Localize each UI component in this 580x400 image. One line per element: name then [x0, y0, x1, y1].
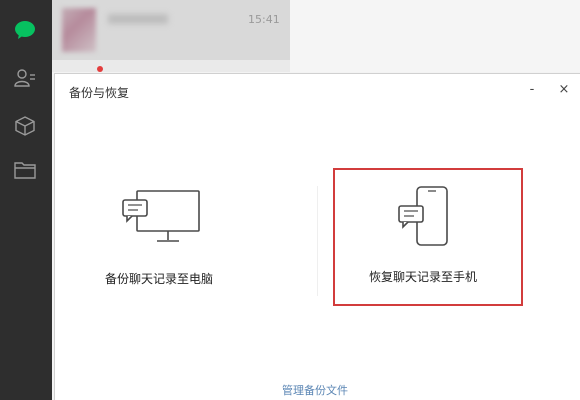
- phone-chat-icon: [397, 186, 457, 252]
- restore-to-phone-label: 恢复聊天记录至手机: [369, 270, 478, 284]
- backup-to-pc-option[interactable]: 备份聊天记录至电脑: [95, 184, 255, 304]
- folder-icon[interactable]: [13, 158, 37, 182]
- chat-bubble-icon[interactable]: [13, 18, 37, 42]
- unread-dot: [97, 66, 103, 72]
- contacts-icon[interactable]: [13, 66, 37, 90]
- backup-restore-dialog: 备份与恢复 - × 备份聊天记录至电脑 恢复聊天记录至手机 管理备份文件: [54, 73, 580, 400]
- sidebar: [0, 0, 52, 400]
- option-divider: [317, 186, 318, 296]
- app-window: 15:41 备份与恢复 - × 备份聊天记录至电脑 恢复聊天记录至手机 管理备份…: [0, 0, 580, 400]
- restore-to-phone-option[interactable]: 恢复聊天记录至手机: [345, 184, 515, 304]
- minimize-button[interactable]: -: [523, 80, 541, 98]
- close-button[interactable]: ×: [555, 80, 573, 98]
- chat-panel-background: [290, 0, 580, 72]
- manage-backup-files-link[interactable]: 管理备份文件: [282, 382, 348, 398]
- monitor-chat-icon: [121, 190, 201, 250]
- dialog-title: 备份与恢复: [69, 86, 130, 100]
- box-icon[interactable]: [13, 114, 37, 138]
- avatar: [62, 8, 96, 52]
- chat-list-item[interactable]: 15:41: [52, 0, 290, 60]
- chat-time: 15:41: [248, 13, 280, 26]
- chat-list-next-item: [52, 60, 290, 72]
- backup-to-pc-label: 备份聊天记录至电脑: [105, 272, 214, 286]
- chat-name-blurred: [108, 14, 168, 24]
